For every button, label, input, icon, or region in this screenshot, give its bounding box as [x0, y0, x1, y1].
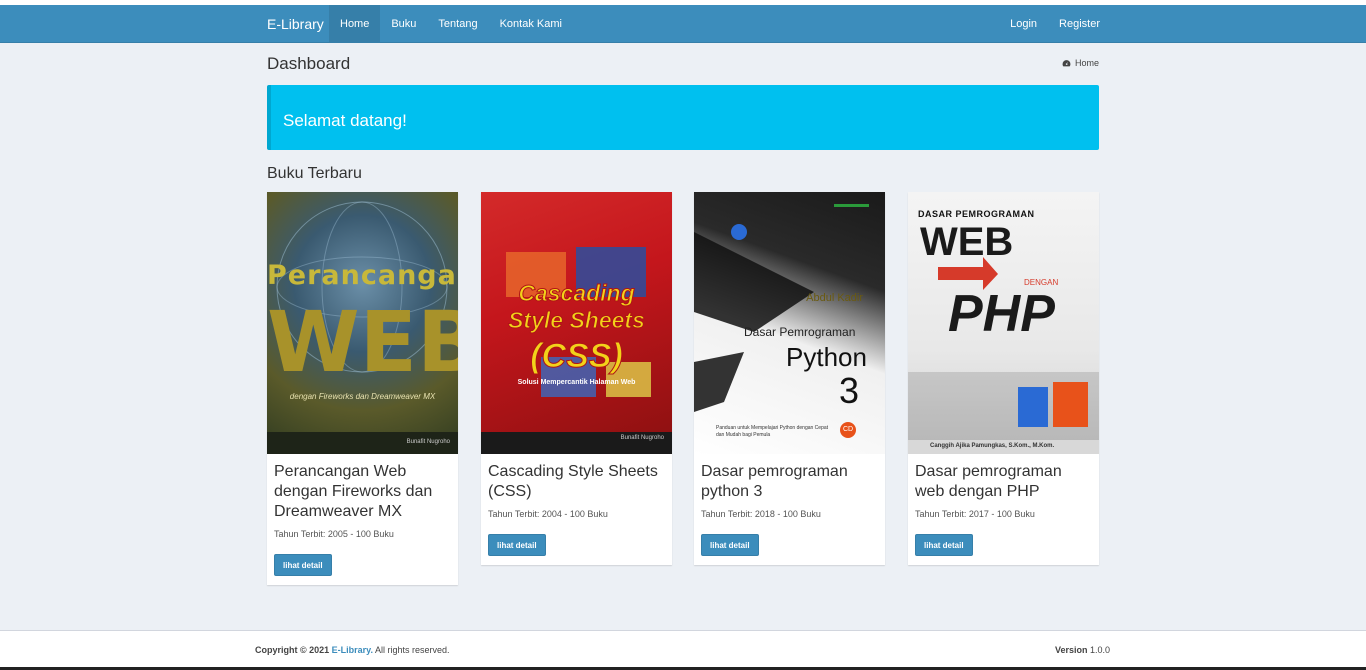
nav-menu: Home Buku Tentang Kontak Kami	[329, 5, 573, 43]
cover-title-3: (CSS)	[530, 337, 624, 376]
cover-title-1: Dasar Pemrograman	[744, 325, 856, 339]
book-meta: Tahun Terbit: 2018 - 100 Buku	[701, 509, 821, 519]
nav-item-home[interactable]: Home	[329, 5, 381, 43]
book-title: Dasar pemrograman python 3	[701, 463, 848, 500]
section-title: Buku Terbaru	[267, 165, 362, 182]
detail-button[interactable]: lihat detail	[701, 534, 759, 556]
book-cover-image[interactable]: Abdul Kadir Dasar Pemrograman Python 3 P…	[694, 192, 885, 454]
cover-title-2: Style Sheets	[508, 307, 646, 334]
version-info: Version 1.0.0	[1055, 645, 1110, 655]
splash-graphic	[694, 204, 869, 412]
cd-badge-icon: CD	[840, 422, 856, 438]
cover-author: Bunafit Nugroho	[406, 439, 450, 445]
book-card-body: Perancangan Web dengan Fireworks dan Dre…	[267, 454, 458, 585]
welcome-callout: Selamat datang!	[267, 85, 1099, 150]
cover-title-1: Perancangan	[267, 260, 458, 291]
breadcrumb-home[interactable]: Home	[1075, 58, 1099, 68]
book-cover-image[interactable]: Perancangan WEB dengan Fireworks dan Dre…	[267, 192, 458, 454]
cover-title-2: Python	[786, 342, 867, 372]
login-link[interactable]: Login	[999, 5, 1048, 43]
footer-brand-link[interactable]: E-Library.	[332, 645, 373, 655]
copyright-suffix: All rights reserved.	[375, 645, 450, 655]
book-card-body: Cascading Style Sheets (CSS) Tahun Terbi…	[481, 454, 672, 565]
breadcrumb: Home	[1062, 58, 1099, 68]
detail-button[interactable]: lihat detail	[274, 554, 332, 576]
nav-item-kontak[interactable]: Kontak Kami	[489, 5, 573, 43]
version-label: Version	[1054, 645, 1088, 655]
cover-author: Abdul Kadir	[806, 292, 863, 304]
copyright-text: Copyright © 2021 E-Library. All rights r…	[255, 645, 450, 655]
dashboard-icon	[1062, 59, 1071, 66]
version-value: 1.0.0	[1089, 645, 1110, 655]
book-meta: Tahun Terbit: 2005 - 100 Buku	[274, 529, 394, 539]
cover-author: Canggih Ajika Pamungkas, S.Kom., M.Kom.	[930, 443, 1055, 449]
cover-subtitle: dengan Fireworks dan Dreamweaver MX	[289, 392, 436, 401]
cover-title-1: Cascading	[518, 280, 635, 307]
nav-item-buku[interactable]: Buku	[380, 5, 427, 43]
book-card: Abdul Kadir Dasar Pemrograman Python 3 P…	[694, 192, 885, 565]
book-card: Perancangan WEB dengan Fireworks dan Dre…	[267, 192, 458, 585]
nav-item-tentang[interactable]: Tentang	[427, 5, 488, 43]
book-meta: Tahun Terbit: 2004 - 100 Buku	[488, 509, 608, 519]
welcome-text: Selamat datang!	[283, 111, 407, 130]
main-navbar: E-Library Home Buku Tentang Kontak Kami …	[0, 5, 1366, 43]
cover-subtitle: Panduan untuk Mempelajari Python dengan …	[716, 425, 829, 438]
page-title: Dashboard	[267, 54, 351, 73]
book-card: DASAR PEMROGRAMAN WEB DENGAN PHP Canggih…	[908, 192, 1099, 565]
nav-auth-menu: Login Register	[999, 5, 1111, 43]
content-header: Dashboard Home	[267, 53, 1099, 75]
page-footer: Copyright © 2021 E-Library. All rights r…	[0, 630, 1366, 670]
cover-author: Bunafit Nugroho	[620, 435, 664, 441]
book-card-body: Dasar pemrograman python 3 Tahun Terbit:…	[694, 454, 885, 565]
detail-button[interactable]: lihat detail	[915, 534, 973, 556]
cover-title-0: DASAR PEMROGRAMAN	[918, 209, 1035, 219]
brand-logo[interactable]: E-Library	[267, 5, 324, 43]
cover-title-2: WEB	[267, 293, 458, 391]
book-cover-image[interactable]: DASAR PEMROGRAMAN WEB DENGAN PHP Canggih…	[908, 192, 1099, 454]
book-card-body: Dasar pemrograman web dengan PHP Tahun T…	[908, 454, 1099, 565]
book-title: Dasar pemrograman web dengan PHP	[915, 463, 1062, 500]
cover-subtitle: Solusi Mempercantik Halaman Web	[517, 379, 636, 386]
book-title: Perancangan Web dengan Fireworks dan Dre…	[274, 463, 433, 520]
register-link[interactable]: Register	[1048, 5, 1111, 43]
detail-button[interactable]: lihat detail	[488, 534, 546, 556]
book-cover-image[interactable]: Cascading Style Sheets (CSS) Solusi Memp…	[481, 192, 672, 454]
cover-title-3: 3	[839, 370, 860, 411]
book-meta: Tahun Terbit: 2017 - 100 Buku	[915, 509, 1035, 519]
book-title: Cascading Style Sheets (CSS)	[488, 463, 658, 500]
cover-title-3: PHP	[948, 285, 1055, 343]
book-card: Cascading Style Sheets (CSS) Solusi Memp…	[481, 192, 672, 565]
navbar-container: E-Library Home Buku Tentang Kontak Kami …	[255, 5, 1111, 43]
cover-title-1: WEB	[920, 220, 1014, 264]
copyright-prefix: Copyright © 2021	[255, 645, 330, 655]
